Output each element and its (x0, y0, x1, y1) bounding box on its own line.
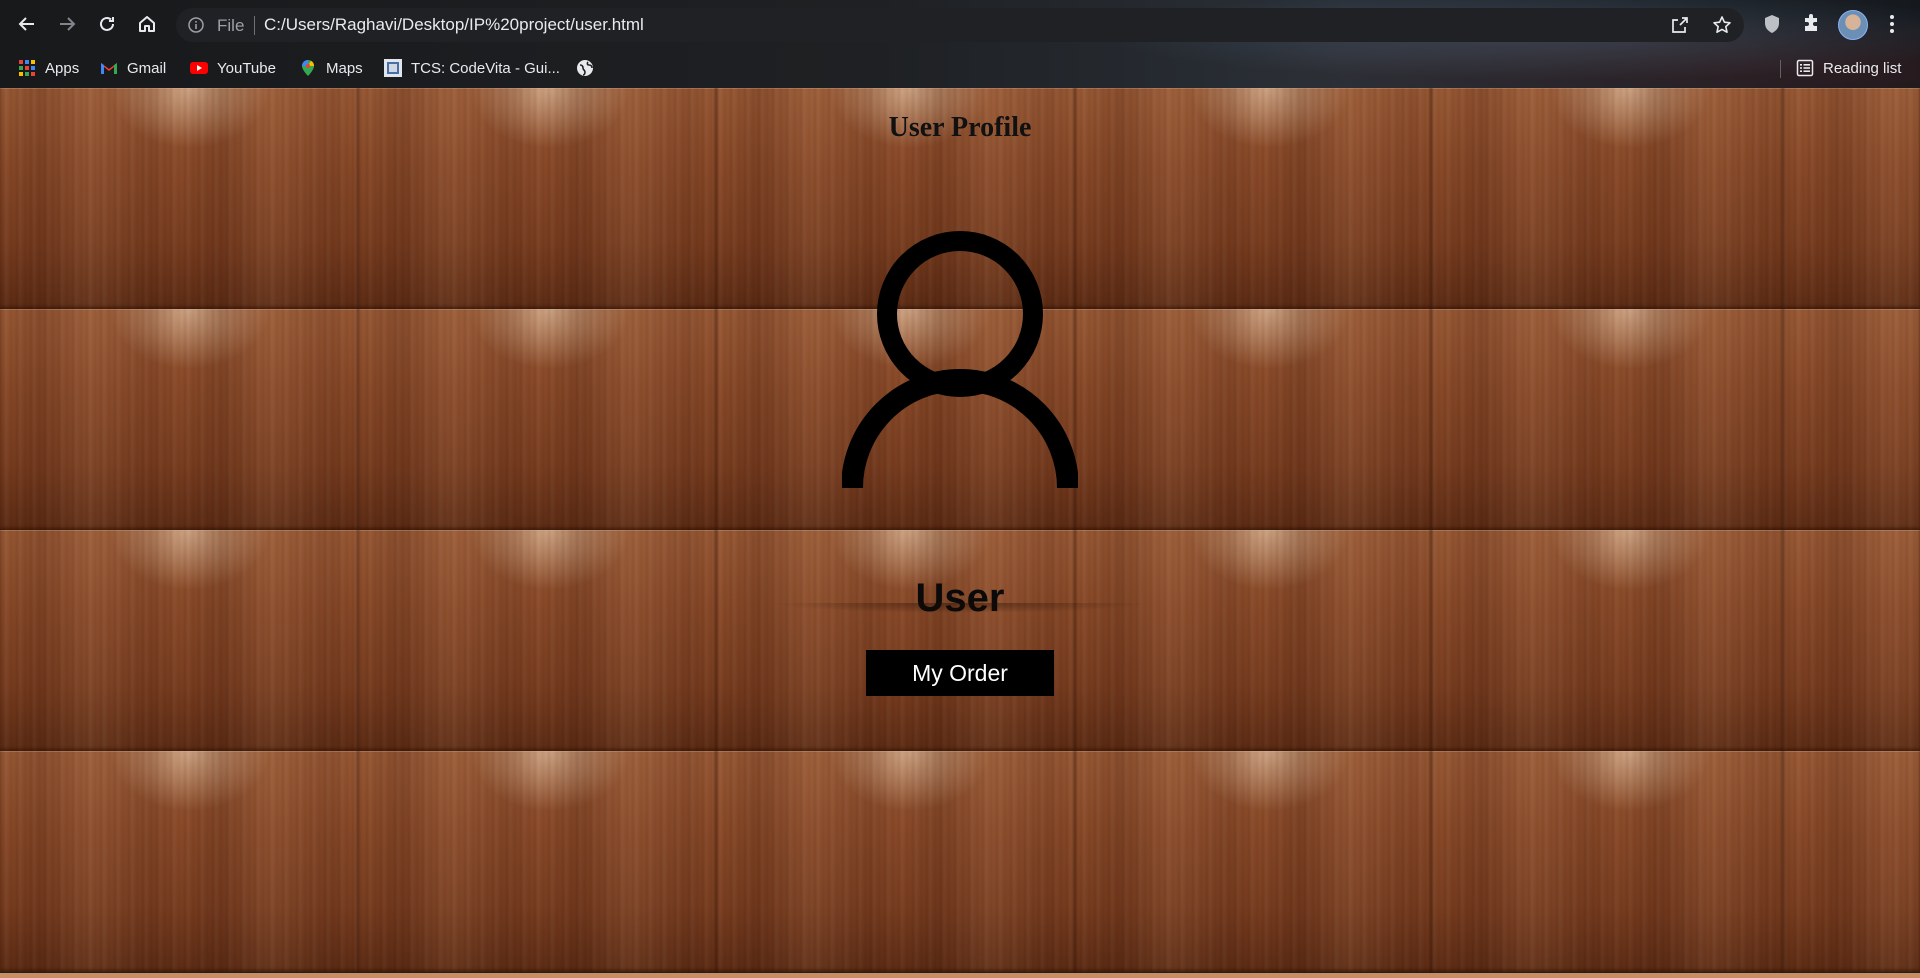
wood-background-row (0, 751, 1920, 972)
page-content: User Profile User (0, 88, 1920, 978)
reload-icon (100, 16, 114, 31)
wood-seam (355, 88, 361, 978)
bookmark-label: Gmail (127, 59, 167, 77)
home-icon (139, 16, 155, 32)
browser-toolbar: File C:/Users/Raghavi/Desktop/IP%20proje… (0, 0, 1920, 48)
reading-list-icon (1796, 59, 1814, 77)
bookmark-label: Maps (326, 59, 363, 77)
browser-chrome: File C:/Users/Raghavi/Desktop/IP%20proje… (0, 0, 1920, 88)
kebab-menu-icon[interactable] (1880, 12, 1904, 36)
avatar[interactable] (1838, 10, 1868, 40)
star-icon[interactable] (1712, 15, 1732, 35)
back-button[interactable] (11, 8, 43, 40)
url-scheme-label: File (217, 16, 245, 35)
bookmarks-divider (1780, 60, 1781, 78)
bookmark-label: YouTube (217, 59, 276, 77)
my-order-button[interactable]: My Order (866, 650, 1054, 696)
page-bottom-edge (0, 973, 1920, 978)
wood-seam (1072, 88, 1078, 978)
user-name: User (915, 576, 1005, 620)
wood-seam (713, 88, 719, 978)
bookmark-label: Apps (45, 59, 80, 77)
home-button[interactable] (131, 8, 163, 40)
info-icon[interactable] (188, 17, 204, 33)
gmail-icon (101, 63, 117, 74)
back-arrow-icon (18, 17, 34, 31)
url-text[interactable]: C:/Users/Raghavi/Desktop/IP%20project/us… (264, 15, 644, 35)
user-profile-icon (842, 231, 1078, 488)
wood-background-row (0, 530, 1920, 751)
bookmark-codevita[interactable]: TCS: CodeVita - Gui... (384, 56, 560, 80)
forward-arrow-icon (60, 17, 76, 31)
button-shadow (770, 603, 1150, 613)
bookmark-apps[interactable]: Apps (18, 56, 79, 80)
youtube-icon (190, 62, 208, 74)
apps-grid-icon (19, 60, 35, 76)
bookmark-gmail[interactable]: Gmail (100, 56, 166, 80)
puzzle-icon[interactable] (1800, 12, 1824, 36)
forward-button[interactable] (51, 8, 83, 40)
shield-icon[interactable] (1760, 12, 1784, 36)
address-bar[interactable]: File C:/Users/Raghavi/Desktop/IP%20proje… (176, 8, 1744, 42)
url-divider (254, 16, 255, 35)
maps-pin-icon (302, 60, 314, 76)
reading-list-label: Reading list (1823, 59, 1902, 77)
reading-list-button[interactable]: Reading list (1796, 56, 1901, 80)
bookmark-label: TCS: CodeVita - Gui... (411, 59, 560, 77)
reload-button[interactable] (91, 8, 123, 40)
bookmark-maps[interactable]: Maps (299, 56, 363, 80)
bookmark-globe[interactable] (576, 56, 603, 80)
codevita-icon (384, 59, 402, 77)
page-title: User Profile (888, 112, 1032, 143)
bookmarks-bar: Apps Gmail YouTube Maps TCS: CodeVita - … (0, 48, 1920, 88)
wood-seam (1428, 88, 1434, 978)
wood-seam (1780, 88, 1786, 978)
bookmark-youtube[interactable]: YouTube (190, 56, 276, 80)
share-icon[interactable] (1670, 15, 1690, 35)
globe-icon (577, 60, 593, 76)
